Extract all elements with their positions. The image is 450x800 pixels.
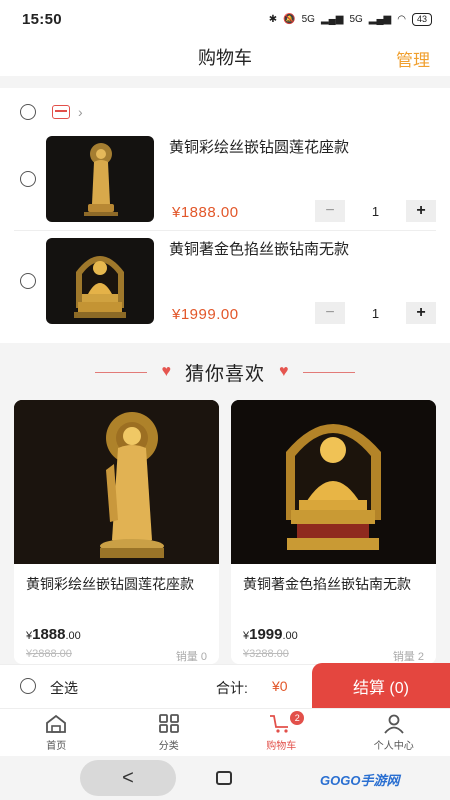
cart-item: 黄铜著金色掐丝嵌钻南无款 ¥1999.00 − 1 + bbox=[0, 238, 450, 330]
tab-category[interactable]: 分类 bbox=[113, 709, 226, 756]
increase-button[interactable]: + bbox=[406, 302, 436, 324]
divider bbox=[14, 230, 436, 231]
item-name[interactable]: 黄铜著金色掐丝嵌钻南无款 bbox=[169, 238, 349, 259]
recommend-title: 猜你喜欢 bbox=[184, 363, 265, 385]
cart-card: › 黄铜彩绘丝嵌钻圆莲花座款 ¥1888.00 − 1 + 黄铜著金色掐丝嵌钻南… bbox=[0, 88, 450, 343]
tab-cart[interactable]: 2 购物车 bbox=[225, 709, 338, 756]
person-icon bbox=[384, 714, 404, 734]
recommend-card[interactable]: 黄铜著金色掐丝嵌钻南无款 ¥1999.00 ¥3288.00 销量 2 bbox=[231, 400, 436, 664]
product-image[interactable] bbox=[231, 400, 436, 564]
sales-count: 销量 0 bbox=[175, 651, 207, 663]
standing-buddha-image bbox=[14, 400, 219, 564]
item-select-radio[interactable] bbox=[20, 171, 36, 187]
tab-home[interactable]: 首页 bbox=[0, 709, 113, 756]
seated-buddha-image bbox=[231, 400, 436, 564]
heart-icon: ♥ bbox=[279, 363, 289, 380]
bluetooth-icon: ✱ bbox=[268, 13, 278, 25]
standing-buddha-image bbox=[84, 143, 118, 216]
manage-button[interactable]: 管理 bbox=[396, 46, 430, 71]
item-price: ¥1888.00 bbox=[172, 204, 239, 221]
back-button[interactable]: < bbox=[80, 760, 176, 796]
divider bbox=[95, 371, 148, 373]
item-select-radio[interactable] bbox=[20, 273, 36, 289]
store-row[interactable]: › bbox=[20, 104, 83, 120]
status-time: 15:50 bbox=[22, 10, 62, 28]
recommend-price: ¥1999.00 bbox=[243, 626, 298, 643]
increase-button[interactable]: + bbox=[406, 200, 436, 222]
select-all-label[interactable]: 全选 bbox=[50, 678, 78, 698]
signal-icon: ▂▄▆ bbox=[320, 13, 344, 25]
recommend-header: ♥ 猜你喜欢 ♥ bbox=[0, 355, 450, 389]
wifi-icon: ◠ bbox=[397, 13, 406, 25]
item-name[interactable]: 黄铜彩绘丝嵌钻圆莲花座款 bbox=[169, 136, 349, 157]
select-all-radio[interactable] bbox=[20, 678, 36, 694]
quantity-stepper: − 1 + bbox=[315, 200, 436, 222]
product-thumbnail[interactable] bbox=[46, 136, 154, 222]
tab-label: 购物车 bbox=[266, 740, 297, 752]
tab-label: 分类 bbox=[158, 740, 179, 752]
price-decimal: .00 bbox=[282, 630, 298, 642]
price-decimal: .00 bbox=[65, 630, 81, 642]
cart-badge: 2 bbox=[290, 711, 305, 725]
recommend-card[interactable]: 黄铜彩绘丝嵌钻圆莲花座款 ¥1888.00 ¥2888.00 销量 0 bbox=[14, 400, 219, 664]
tab-label: 首页 bbox=[46, 740, 67, 752]
sales-count: 销量 2 bbox=[392, 651, 424, 663]
store-icon bbox=[52, 105, 70, 119]
signal-label-1: 5G bbox=[301, 13, 315, 25]
page-title: 购物车 bbox=[198, 48, 252, 68]
tab-label: 个人中心 bbox=[373, 740, 414, 752]
status-icons: ✱ 🔕 5G ▂▄▆ 5G ▂▄▆ ◠ 43 bbox=[268, 12, 432, 26]
bottom-tab-bar: 首页 分类 2 购物车 个人中心 bbox=[0, 708, 450, 756]
original-price: ¥3288.00 bbox=[243, 648, 289, 660]
quantity-value[interactable]: 1 bbox=[345, 306, 406, 321]
home-icon bbox=[46, 714, 67, 733]
recommend-name: 黄铜著金色掐丝嵌钻南无款 bbox=[243, 576, 411, 592]
battery-icon: 43 bbox=[411, 12, 432, 26]
seated-buddha-image bbox=[74, 256, 126, 318]
grid-icon bbox=[158, 713, 179, 733]
status-bar: 15:50 ✱ 🔕 5G ▂▄▆ 5G ▂▄▆ ◠ 43 bbox=[0, 0, 450, 38]
checkout-bar: 全选 合计: ¥0 结算 (0) bbox=[0, 663, 450, 709]
original-price: ¥2888.00 bbox=[26, 648, 72, 660]
signal-label-2: 5G bbox=[349, 13, 363, 25]
checkout-button[interactable]: 结算 (0) bbox=[312, 663, 450, 709]
title-bar: 购物车 管理 bbox=[0, 38, 450, 76]
decrease-button[interactable]: − bbox=[315, 302, 345, 324]
total-label: 合计: bbox=[216, 680, 248, 696]
cart-item: 黄铜彩绘丝嵌钻圆莲花座款 ¥1888.00 − 1 + bbox=[0, 136, 450, 228]
quantity-stepper: − 1 + bbox=[315, 302, 436, 324]
watermark-logo: GOGO手游网 bbox=[320, 773, 400, 788]
home-button[interactable] bbox=[216, 771, 232, 785]
recommend-price: ¥1888.00 bbox=[26, 626, 81, 643]
signal-icon: ▂▄▆ bbox=[368, 13, 392, 25]
total-value: ¥0 bbox=[272, 678, 288, 694]
heart-icon: ♥ bbox=[161, 363, 171, 380]
price-integer: 1888 bbox=[32, 626, 66, 643]
chevron-right-icon: › bbox=[78, 104, 83, 120]
product-image[interactable] bbox=[14, 400, 219, 564]
item-price: ¥1999.00 bbox=[172, 306, 239, 323]
quantity-value[interactable]: 1 bbox=[345, 204, 406, 219]
tab-profile[interactable]: 个人中心 bbox=[338, 709, 450, 756]
divider bbox=[302, 371, 355, 373]
store-select-radio[interactable] bbox=[20, 104, 36, 120]
mute-icon: 🔕 bbox=[283, 13, 296, 25]
price-integer: 1999 bbox=[249, 626, 283, 643]
product-thumbnail[interactable] bbox=[46, 238, 154, 324]
recommend-name: 黄铜彩绘丝嵌钻圆莲花座款 bbox=[26, 576, 194, 592]
decrease-button[interactable]: − bbox=[315, 200, 345, 222]
